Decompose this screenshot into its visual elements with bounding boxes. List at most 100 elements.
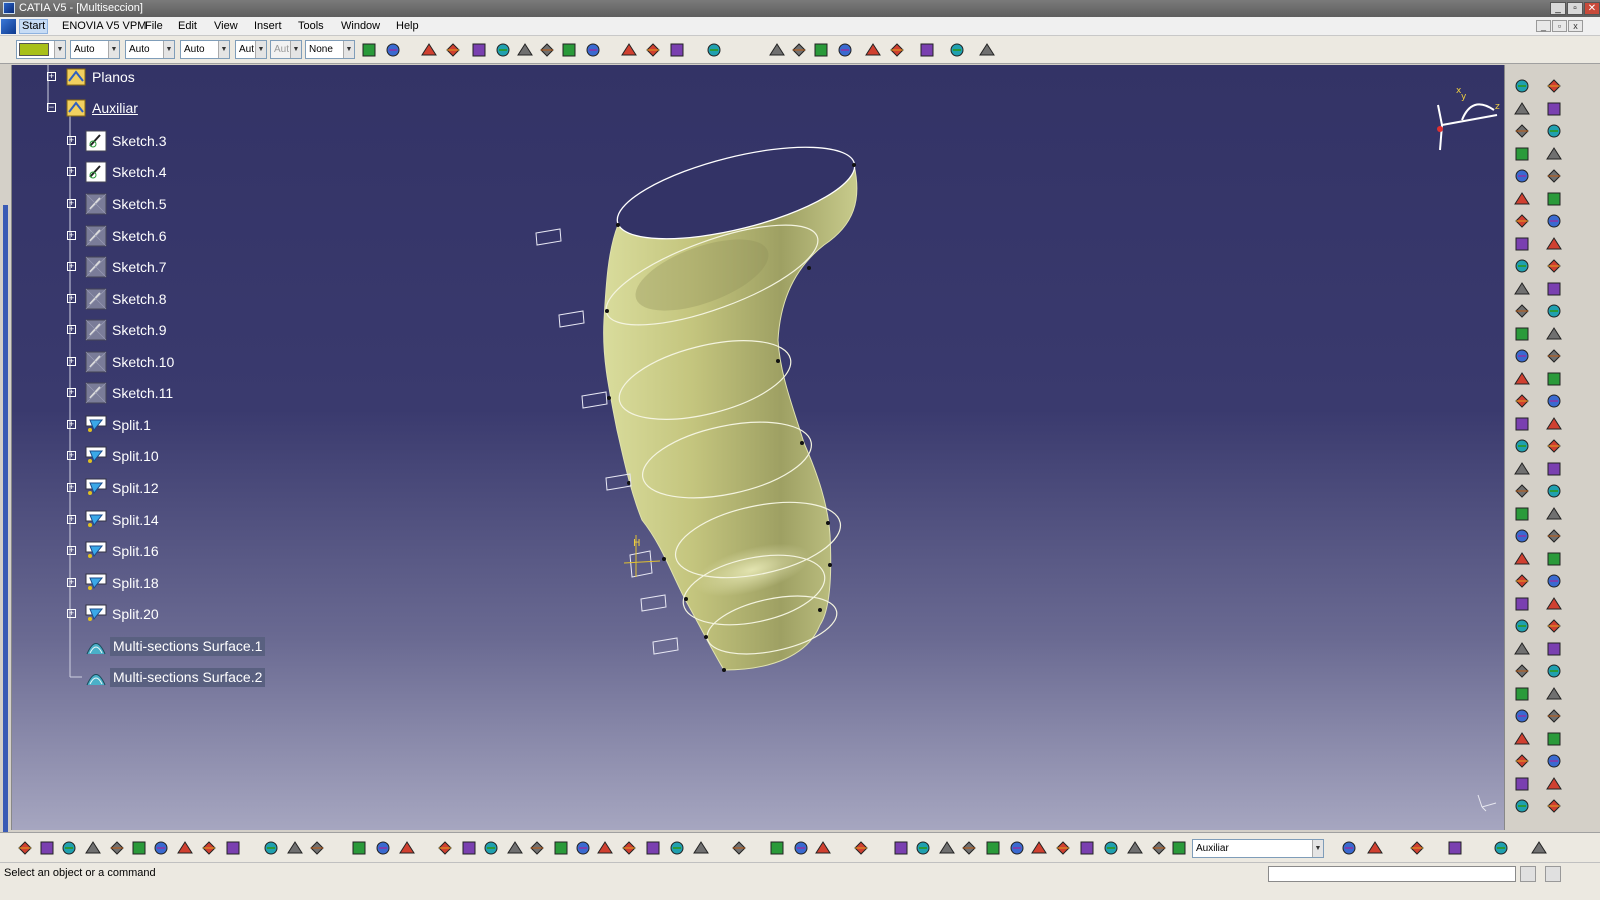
expand-toggle-icon[interactable]: + bbox=[67, 262, 76, 271]
expand-toggle-icon[interactable]: + bbox=[67, 325, 76, 334]
menu-enovia[interactable]: ENOVIA V5 VPM bbox=[59, 19, 149, 34]
minimize-button[interactable]: _ bbox=[1550, 2, 1566, 15]
doc-restore-button[interactable]: ▫ bbox=[1552, 20, 1567, 32]
expand-toggle-icon[interactable]: + bbox=[67, 294, 76, 303]
right-toolbar-tool-icon[interactable] bbox=[1545, 707, 1563, 725]
right-toolbar-tool-icon[interactable] bbox=[1513, 527, 1531, 545]
bottom-toolbar-tool-icon[interactable] bbox=[1126, 839, 1144, 857]
expand-toggle-icon[interactable]: + bbox=[67, 483, 76, 492]
right-toolbar-tool-icon[interactable] bbox=[1513, 572, 1531, 590]
right-toolbar-tool-icon[interactable] bbox=[1545, 347, 1563, 365]
top-toolbar-tool-icon[interactable] bbox=[470, 41, 488, 59]
right-toolbar-tool-icon[interactable] bbox=[1545, 662, 1563, 680]
expand-toggle-icon[interactable]: + bbox=[67, 609, 76, 618]
bottom-toolbar-tool-icon[interactable] bbox=[38, 839, 56, 857]
compass-icon[interactable]: x y z bbox=[1437, 86, 1500, 151]
doc-close-button[interactable]: x bbox=[1568, 20, 1583, 32]
tree-node[interactable]: Split.14 bbox=[84, 509, 344, 531]
right-toolbar-tool-icon[interactable] bbox=[1513, 392, 1531, 410]
right-toolbar-tool-icon[interactable] bbox=[1513, 640, 1531, 658]
bottom-toolbar-tool-icon[interactable] bbox=[482, 839, 500, 857]
right-toolbar-tool-icon[interactable] bbox=[1545, 145, 1563, 163]
right-toolbar-tool-icon[interactable] bbox=[1513, 460, 1531, 478]
expand-toggle-icon[interactable]: + bbox=[67, 167, 76, 176]
bottom-toolbar-tool-icon[interactable] bbox=[620, 839, 638, 857]
tree-node[interactable]: Split.10 bbox=[84, 445, 344, 467]
expand-toggle-icon[interactable]: + bbox=[67, 357, 76, 366]
right-toolbar-tool-icon[interactable] bbox=[1545, 280, 1563, 298]
restore-button[interactable]: ▫ bbox=[1567, 2, 1583, 15]
menu-edit[interactable]: Edit bbox=[175, 19, 200, 34]
tree-node[interactable]: Split.12 bbox=[84, 477, 344, 499]
bottom-toolbar-tool-icon[interactable] bbox=[692, 839, 710, 857]
right-toolbar-tool-icon[interactable] bbox=[1513, 370, 1531, 388]
bottom-toolbar-tool-icon[interactable] bbox=[1530, 839, 1548, 857]
tree-node[interactable]: Split.16 bbox=[84, 540, 344, 562]
right-toolbar-tool-icon[interactable] bbox=[1513, 482, 1531, 500]
bottom-toolbar-tool-icon[interactable] bbox=[596, 839, 614, 857]
bottom-toolbar-tool-icon[interactable] bbox=[152, 839, 170, 857]
tree-node[interactable]: Split.18 bbox=[84, 572, 344, 594]
expand-toggle-icon[interactable]: + bbox=[67, 420, 76, 429]
tree-node[interactable]: Sketch.11 bbox=[84, 382, 344, 404]
top-toolbar-tool-icon[interactable] bbox=[584, 41, 602, 59]
right-toolbar-tool-icon[interactable] bbox=[1545, 482, 1563, 500]
3d-viewport[interactable]: H x y z Planos + Auxiliar − Sketch.3 + Sketch.… bbox=[12, 65, 1504, 830]
right-toolbar-tool-icon[interactable] bbox=[1513, 797, 1531, 815]
top-toolbar-tool-icon[interactable] bbox=[620, 41, 638, 59]
tree-node[interactable]: Multi-sections Surface.1 bbox=[84, 635, 344, 657]
right-toolbar-tool-icon[interactable] bbox=[1513, 77, 1531, 95]
menu-start[interactable]: Start bbox=[19, 19, 49, 34]
right-toolbar-tool-icon[interactable] bbox=[1513, 662, 1531, 680]
bottom-toolbar-tool-icon[interactable] bbox=[308, 839, 326, 857]
bottom-toolbar-tool-icon[interactable] bbox=[1054, 839, 1072, 857]
right-toolbar-tool-icon[interactable] bbox=[1513, 257, 1531, 275]
right-toolbar-tool-icon[interactable] bbox=[1545, 640, 1563, 658]
top-toolbar-tool-icon[interactable] bbox=[888, 41, 906, 59]
viewport-scrollbar[interactable] bbox=[0, 65, 12, 885]
bottom-toolbar-tool-icon[interactable] bbox=[460, 839, 478, 857]
right-toolbar-tool-icon[interactable] bbox=[1513, 505, 1531, 523]
right-toolbar-tool-icon[interactable] bbox=[1513, 730, 1531, 748]
right-toolbar-tool-icon[interactable] bbox=[1545, 392, 1563, 410]
right-toolbar-tool-icon[interactable] bbox=[1545, 730, 1563, 748]
bottom-toolbar-tool-icon[interactable] bbox=[984, 839, 1002, 857]
bottom-toolbar-tool-icon[interactable] bbox=[224, 839, 242, 857]
bottom-toolbar-tool-icon[interactable] bbox=[668, 839, 686, 857]
right-toolbar-tool-icon[interactable] bbox=[1545, 460, 1563, 478]
bottom-toolbar-tool-icon[interactable] bbox=[506, 839, 524, 857]
catia-start-icon[interactable] bbox=[1, 19, 16, 34]
bottom-toolbar-tool-icon[interactable] bbox=[960, 839, 978, 857]
bottom-toolbar-tool-icon[interactable] bbox=[814, 839, 832, 857]
right-toolbar-tool-icon[interactable] bbox=[1545, 572, 1563, 590]
right-toolbar-tool-icon[interactable] bbox=[1513, 235, 1531, 253]
right-toolbar-tool-icon[interactable] bbox=[1513, 595, 1531, 613]
top-toolbar-tool-icon[interactable] bbox=[494, 41, 512, 59]
tree-node[interactable]: Planos bbox=[64, 66, 324, 88]
right-toolbar-tool-icon[interactable] bbox=[1545, 685, 1563, 703]
right-toolbar-tool-icon[interactable] bbox=[1545, 235, 1563, 253]
right-toolbar-tool-icon[interactable] bbox=[1545, 100, 1563, 118]
right-toolbar-tool-icon[interactable] bbox=[1545, 595, 1563, 613]
top-toolbar-tool-icon[interactable] bbox=[768, 41, 786, 59]
right-toolbar-tool-icon[interactable] bbox=[1513, 415, 1531, 433]
top-toolbar-tool-icon[interactable] bbox=[384, 41, 402, 59]
right-toolbar-tool-icon[interactable] bbox=[1513, 167, 1531, 185]
expand-toggle-icon[interactable]: + bbox=[67, 388, 76, 397]
bottom-toolbar-tool-icon[interactable] bbox=[552, 839, 570, 857]
bottom-toolbar-tool-icon[interactable] bbox=[1078, 839, 1096, 857]
right-toolbar-tool-icon[interactable] bbox=[1545, 505, 1563, 523]
bottom-toolbar-tool-icon[interactable] bbox=[768, 839, 786, 857]
point-symbol-combo[interactable]: Auto ▼ bbox=[180, 40, 230, 59]
layer-combo-b[interactable]: Aut ▼ bbox=[270, 40, 302, 59]
tree-node[interactable]: Sketch.4 bbox=[84, 161, 344, 183]
top-toolbar-tool-icon[interactable] bbox=[444, 41, 462, 59]
bottom-toolbar-tool-icon[interactable] bbox=[398, 839, 416, 857]
tree-node[interactable]: Auxiliar bbox=[64, 97, 324, 119]
right-toolbar-tool-icon[interactable] bbox=[1513, 190, 1531, 208]
tree-node[interactable]: Sketch.8 bbox=[84, 288, 344, 310]
bottom-toolbar-tool-icon[interactable] bbox=[374, 839, 392, 857]
right-toolbar-tool-icon[interactable] bbox=[1513, 347, 1531, 365]
bottom-toolbar-tool-icon[interactable] bbox=[892, 839, 910, 857]
top-toolbar-tool-icon[interactable] bbox=[538, 41, 556, 59]
